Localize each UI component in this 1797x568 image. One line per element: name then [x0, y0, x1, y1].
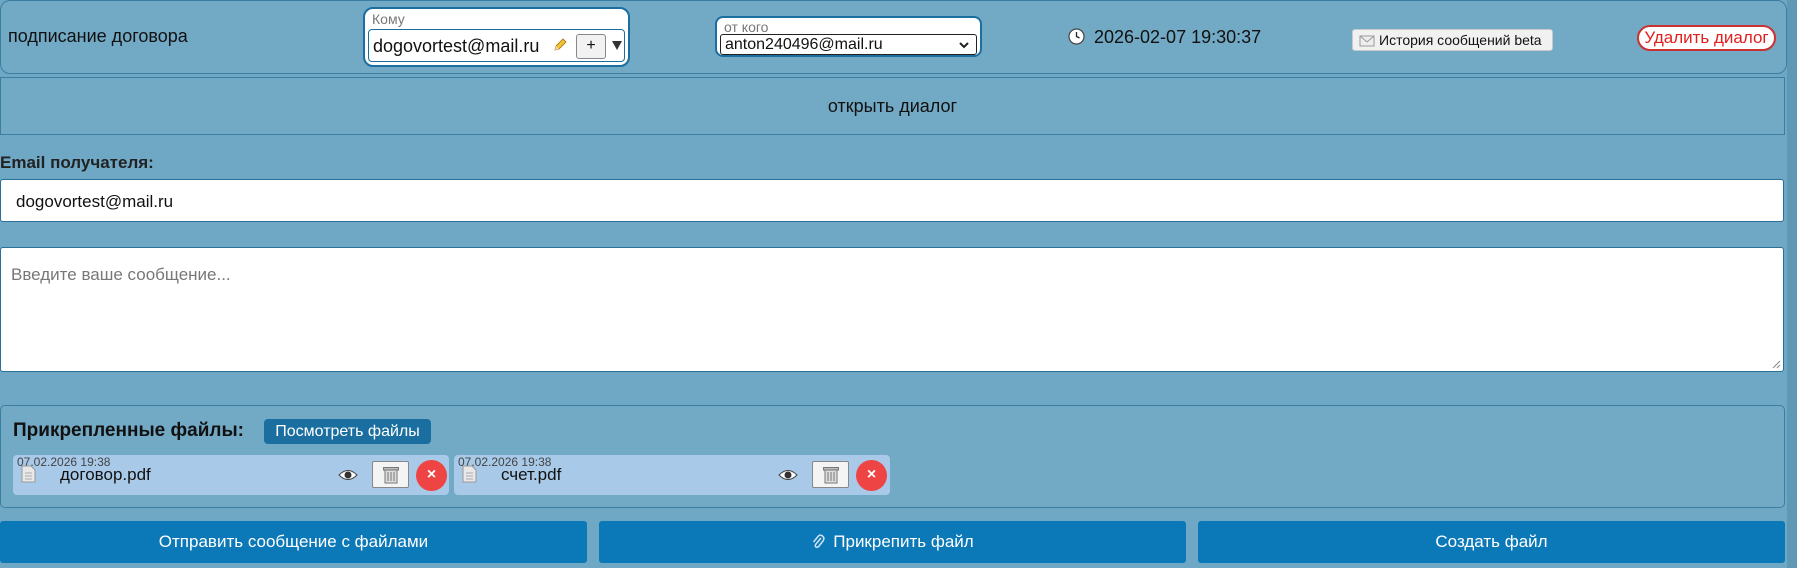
pencil-icon[interactable] [553, 38, 567, 52]
document-icon [462, 465, 477, 483]
create-file-button[interactable]: Создать файл [1198, 521, 1785, 563]
dialog-subject: подписание договора [8, 26, 188, 46]
document-icon [21, 465, 36, 483]
remove-file-button[interactable]: × [856, 460, 887, 491]
recipient-email-input[interactable]: dogovortest@mail.ru [0, 179, 1784, 222]
send-with-files-button[interactable]: Отправить сообщение с файлами [0, 521, 587, 563]
add-recipient-button[interactable]: + [576, 34, 606, 59]
dialog-header: подписание договора Кому dogovortest@mai… [0, 0, 1787, 74]
from-select[interactable]: anton240496@mail.ru [720, 34, 977, 55]
dropdown-arrow-icon[interactable] [611, 38, 623, 52]
to-field: Кому dogovortest@mail.ru + [363, 7, 630, 67]
envelope-icon [1359, 35, 1375, 47]
message-history-button[interactable]: История сообщений beta [1352, 29, 1553, 51]
recipient-email-label: Email получателя: [0, 153, 154, 172]
to-caption: Кому [372, 11, 405, 27]
message-textarea[interactable]: Введите ваше сообщение... [0, 247, 1784, 372]
recipient-email-value: dogovortest@mail.ru [16, 192, 174, 211]
file-name[interactable]: счет.pdf [501, 465, 561, 485]
message-history-label: История сообщений beta [1379, 32, 1542, 48]
message-placeholder: Введите ваше сообщение... [11, 265, 231, 284]
view-files-button[interactable]: Посмотреть файлы [264, 419, 431, 444]
trash-icon [823, 467, 839, 484]
delete-dialog-button[interactable]: Удалить диалог [1637, 25, 1776, 51]
file-name[interactable]: договор.pdf [60, 465, 151, 485]
attachments-title: Прикрепленные файлы: [13, 420, 245, 441]
delete-file-button[interactable] [372, 461, 409, 488]
delete-file-button[interactable] [812, 461, 849, 488]
eye-icon[interactable] [338, 468, 358, 482]
attach-file-label: Прикрепить файл [833, 532, 974, 551]
dialog-datetime: 2026-02-07 19:30:37 [1094, 27, 1262, 47]
from-value: anton240496@mail.ru [725, 36, 883, 53]
open-dialog-button[interactable]: открыть диалог [0, 77, 1785, 135]
paperclip-icon [813, 534, 825, 549]
resize-handle-icon[interactable] [1771, 359, 1781, 369]
to-select[interactable]: dogovortest@mail.ru + [368, 29, 625, 62]
from-field: от кого anton240496@mail.ru [715, 16, 982, 57]
file-card: 07.02.2026 19:38 договор.pdf × [13, 455, 449, 495]
chevron-down-icon [959, 42, 969, 49]
remove-file-button[interactable]: × [416, 460, 447, 491]
scrollbar[interactable] [1787, 0, 1797, 568]
from-caption: от кого [724, 19, 769, 35]
attachments-panel: Прикрепленные файлы: Посмотреть файлы 07… [0, 405, 1785, 508]
eye-icon[interactable] [778, 468, 798, 482]
file-card: 07.02.2026 19:38 счет.pdf × [454, 455, 890, 495]
attach-file-button[interactable]: Прикрепить файл [599, 521, 1186, 563]
trash-icon [383, 467, 399, 484]
to-value: dogovortest@mail.ru [373, 36, 540, 56]
clock-icon [1068, 28, 1085, 45]
